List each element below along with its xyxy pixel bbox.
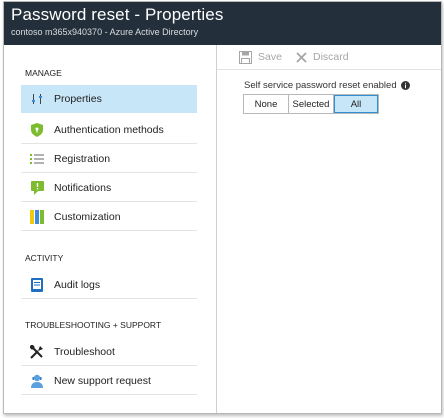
properties-blade: Password reset - Properties contoso m365…	[3, 1, 442, 414]
close-icon	[296, 51, 307, 63]
properties-sliders-icon	[30, 92, 44, 106]
nav-item-label: Properties	[54, 92, 102, 105]
checklist-icon	[30, 152, 44, 166]
left-nav: MANAGE Properties Authentication methods…	[4, 45, 217, 413]
nav-item-label: Customization	[54, 210, 121, 223]
save-button[interactable]: Save	[239, 50, 282, 64]
blade-subtitle: contoso m365x940370 - Azure Active Direc…	[11, 27, 199, 37]
info-icon[interactable]	[400, 81, 410, 90]
sspr-option-selected[interactable]: Selected	[289, 95, 334, 113]
sspr-toggle: None Selected All	[243, 94, 379, 114]
section-activity-label: ACTIVITY	[25, 253, 64, 263]
support-person-icon	[30, 374, 44, 388]
nav-item-notifications[interactable]: Notifications	[21, 174, 197, 202]
nav-item-troubleshoot[interactable]: Troubleshoot	[21, 338, 197, 366]
blade-header: Password reset - Properties contoso m365…	[4, 2, 441, 45]
save-icon	[239, 50, 252, 64]
command-bar: Save Discard	[217, 45, 441, 70]
shield-icon	[30, 122, 44, 137]
blade-title: Password reset - Properties	[11, 5, 224, 24]
nav-item-audit-logs[interactable]: Audit logs	[21, 271, 197, 299]
sspr-field-label: Self service password reset enabled	[244, 80, 410, 91]
wrench-icon	[30, 344, 44, 359]
nav-item-registration[interactable]: Registration	[21, 145, 197, 173]
nav-item-label: Authentication methods	[54, 123, 164, 136]
discard-label: Discard	[313, 51, 349, 63]
nav-item-label: Notifications	[54, 181, 112, 194]
nav-item-customization[interactable]: Customization	[21, 203, 197, 231]
notification-icon	[30, 180, 44, 195]
section-troubleshooting-label: TROUBLESHOOTING + SUPPORT	[25, 320, 162, 330]
nav-item-new-support-request[interactable]: New support request	[21, 367, 197, 395]
nav-item-properties[interactable]: Properties	[21, 85, 197, 113]
properties-content: Save Discard Self service password reset…	[217, 45, 441, 413]
nav-item-label: New support request	[54, 374, 151, 387]
sspr-label-text: Self service password reset enabled	[244, 80, 397, 91]
audit-log-icon	[30, 277, 44, 292]
section-manage-label: MANAGE	[25, 68, 62, 78]
sspr-option-none[interactable]: None	[244, 95, 289, 113]
nav-item-label: Troubleshoot	[54, 345, 115, 358]
customization-icon	[30, 209, 44, 224]
nav-item-label: Audit logs	[54, 278, 101, 291]
sspr-option-all[interactable]: All	[334, 95, 378, 113]
save-label: Save	[258, 51, 282, 63]
nav-item-authentication-methods[interactable]: Authentication methods	[21, 116, 197, 144]
discard-button[interactable]: Discard	[296, 50, 349, 64]
nav-item-label: Registration	[54, 152, 111, 165]
